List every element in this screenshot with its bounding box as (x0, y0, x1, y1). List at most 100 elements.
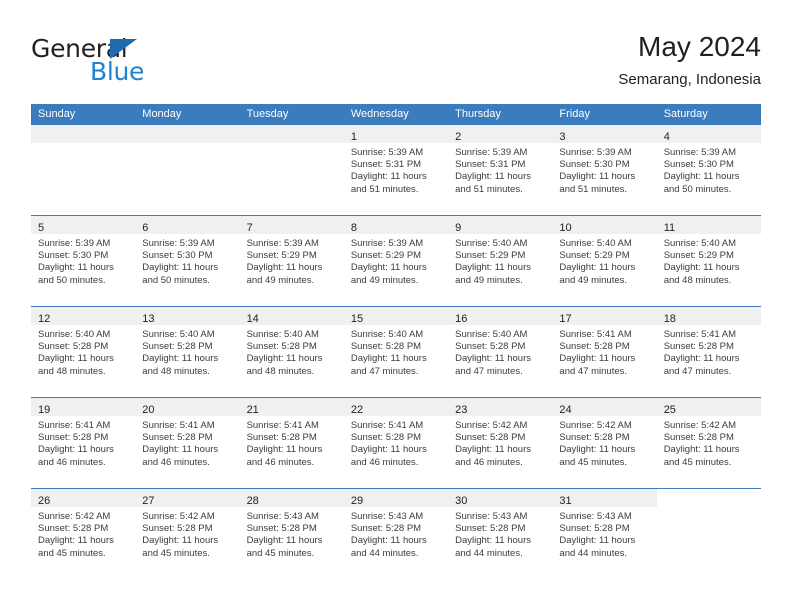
sunrise-text: Sunrise: 5:40 AM (559, 238, 632, 249)
date-number: 1 (350, 131, 357, 143)
day-cell[interactable]: 29 Sunrise: 5:43 AM Sunset: 5:28 PM Dayl… (343, 489, 449, 579)
daylight-text-line2: and 46 minutes. (350, 456, 419, 468)
day-cell[interactable]: 11 Sunrise: 5:40 AM Sunset: 5:29 PM Dayl… (656, 216, 761, 306)
day-cell[interactable]: 5 Sunrise: 5:39 AM Sunset: 5:30 PM Dayli… (31, 216, 136, 306)
day-cell[interactable]: 28 Sunrise: 5:43 AM Sunset: 5:28 PM Dayl… (239, 489, 344, 579)
sunrise-text: Sunrise: 5:40 AM (246, 329, 319, 340)
day-info: Sunrise: 5:42 AM Sunset: 5:28 PM Dayligh… (31, 507, 135, 560)
sunset-text: Sunset: 5:28 PM (246, 523, 317, 535)
day-cell[interactable]: 25 Sunrise: 5:42 AM Sunset: 5:28 PM Dayl… (656, 398, 761, 488)
date-number: 24 (559, 404, 572, 416)
day-cell[interactable]: 4 Sunrise: 5:39 AM Sunset: 5:30 PM Dayli… (656, 125, 761, 215)
day-cell[interactable]: 30 Sunrise: 5:43 AM Sunset: 5:28 PM Dayl… (448, 489, 553, 579)
date-number: 22 (350, 404, 364, 416)
weekday-header-row: Sunday Monday Tuesday Wednesday Thursday… (31, 104, 761, 125)
day-cell[interactable] (656, 489, 761, 579)
date-number: 3 (559, 131, 566, 143)
day-info: Sunrise: 5:39 AM Sunset: 5:30 PM Dayligh… (31, 234, 135, 287)
day-cell[interactable]: 14 Sunrise: 5:40 AM Sunset: 5:28 PM Dayl… (239, 307, 344, 397)
day-cell[interactable]: 13 Sunrise: 5:40 AM Sunset: 5:28 PM Dayl… (135, 307, 240, 397)
daylight-text-line2: and 48 minutes. (38, 365, 106, 377)
day-cell[interactable]: 3 Sunrise: 5:39 AM Sunset: 5:30 PM Dayli… (552, 125, 657, 215)
day-cell[interactable]: 8 Sunrise: 5:39 AM Sunset: 5:29 PM Dayli… (343, 216, 449, 306)
date-band: 17 (552, 307, 657, 325)
page-subtitle-location: Semarang, Indonesia (618, 71, 761, 88)
day-cell[interactable]: 19 Sunrise: 5:41 AM Sunset: 5:28 PM Dayl… (31, 398, 136, 488)
day-cell[interactable]: 17 Sunrise: 5:41 AM Sunset: 5:28 PM Dayl… (552, 307, 657, 397)
daylight-text-line2: and 45 minutes. (246, 547, 315, 559)
sunrise-text: Sunrise: 5:39 AM (246, 238, 319, 249)
day-info: Sunrise: 5:39 AM Sunset: 5:30 PM Dayligh… (135, 234, 239, 287)
day-cell[interactable]: 22 Sunrise: 5:41 AM Sunset: 5:28 PM Dayl… (343, 398, 449, 488)
day-info: Sunrise: 5:39 AM Sunset: 5:31 PM Dayligh… (344, 143, 448, 196)
daylight-text-line1: Daylight: 11 hours (559, 171, 636, 183)
day-info: Sunrise: 5:40 AM Sunset: 5:29 PM Dayligh… (657, 234, 761, 287)
daylight-text-line1: Daylight: 11 hours (350, 353, 427, 365)
sunset-text: Sunset: 5:28 PM (350, 432, 422, 444)
daylight-text-line2: and 48 minutes. (142, 365, 210, 377)
day-cell[interactable]: 12 Sunrise: 5:40 AM Sunset: 5:28 PM Dayl… (31, 307, 136, 397)
day-info: Sunrise: 5:41 AM Sunset: 5:28 PM Dayligh… (552, 325, 656, 378)
sunrise-text: Sunrise: 5:43 AM (350, 511, 424, 522)
day-cell[interactable]: 23 Sunrise: 5:42 AM Sunset: 5:28 PM Dayl… (448, 398, 553, 488)
day-cell[interactable]: 16 Sunrise: 5:40 AM Sunset: 5:28 PM Dayl… (448, 307, 553, 397)
date-band: 30 (448, 489, 553, 507)
sunset-text: Sunset: 5:29 PM (559, 250, 630, 262)
sunset-text: Sunset: 5:30 PM (142, 250, 213, 262)
sunrise-text: Sunrise: 5:42 AM (455, 420, 528, 431)
calendar-grid: Sunday Monday Tuesday Wednesday Thursday… (31, 104, 761, 579)
date-band: 3 (552, 125, 657, 143)
day-cell[interactable]: 27 Sunrise: 5:42 AM Sunset: 5:28 PM Dayl… (135, 489, 240, 579)
day-cell[interactable]: 21 Sunrise: 5:41 AM Sunset: 5:28 PM Dayl… (239, 398, 344, 488)
day-cell[interactable] (239, 125, 344, 215)
day-cell[interactable]: 1 Sunrise: 5:39 AM Sunset: 5:31 PM Dayli… (343, 125, 449, 215)
daylight-text-line2: and 46 minutes. (246, 456, 315, 468)
date-number: 30 (455, 495, 468, 507)
day-cell[interactable]: 24 Sunrise: 5:42 AM Sunset: 5:28 PM Dayl… (552, 398, 657, 488)
sunset-text: Sunset: 5:28 PM (350, 341, 422, 353)
day-cell[interactable] (31, 125, 136, 215)
daylight-text-line2: and 50 minutes. (142, 274, 210, 286)
daylight-text-line2: and 45 minutes. (559, 456, 628, 468)
day-cell[interactable]: 10 Sunrise: 5:40 AM Sunset: 5:29 PM Dayl… (552, 216, 657, 306)
day-info: Sunrise: 5:42 AM Sunset: 5:28 PM Dayligh… (657, 416, 761, 469)
sunset-text: Sunset: 5:28 PM (246, 341, 317, 353)
day-cell[interactable]: 31 Sunrise: 5:43 AM Sunset: 5:28 PM Dayl… (552, 489, 657, 579)
day-cell[interactable]: 18 Sunrise: 5:41 AM Sunset: 5:28 PM Dayl… (656, 307, 761, 397)
sunrise-text: Sunrise: 5:40 AM (455, 238, 528, 249)
sunrise-text: Sunrise: 5:42 AM (559, 420, 632, 431)
week-row: 5 Sunrise: 5:39 AM Sunset: 5:30 PM Dayli… (31, 215, 761, 306)
sunset-text: Sunset: 5:28 PM (663, 432, 734, 444)
daylight-text-line1: Daylight: 11 hours (455, 444, 531, 456)
daylight-text-line1: Daylight: 11 hours (663, 171, 740, 183)
sunrise-text: Sunrise: 5:41 AM (663, 329, 737, 340)
day-info: Sunrise: 5:40 AM Sunset: 5:28 PM Dayligh… (135, 325, 239, 378)
page-header: General Blue May 2024 Semarang, Indonesi… (31, 30, 761, 100)
date-number: 13 (142, 313, 155, 325)
day-cell[interactable]: 6 Sunrise: 5:39 AM Sunset: 5:30 PM Dayli… (135, 216, 240, 306)
date-band: 28 (239, 489, 344, 507)
day-cell[interactable]: 9 Sunrise: 5:40 AM Sunset: 5:29 PM Dayli… (448, 216, 553, 306)
sunrise-text: Sunrise: 5:42 AM (663, 420, 737, 431)
daylight-text-line2: and 47 minutes. (559, 365, 628, 377)
day-cell[interactable]: 2 Sunrise: 5:39 AM Sunset: 5:31 PM Dayli… (448, 125, 553, 215)
date-number: 11 (663, 222, 676, 234)
date-band: 21 (239, 398, 344, 416)
date-number: 16 (455, 313, 468, 325)
daylight-text-line2: and 46 minutes. (142, 456, 210, 468)
sunset-text: Sunset: 5:28 PM (38, 341, 109, 353)
sunrise-text: Sunrise: 5:43 AM (559, 511, 632, 522)
sunrise-text: Sunrise: 5:39 AM (455, 147, 528, 158)
date-band: 20 (135, 398, 240, 416)
day-cell[interactable] (135, 125, 240, 215)
day-info: Sunrise: 5:39 AM Sunset: 5:30 PM Dayligh… (657, 143, 761, 196)
date-number: 23 (455, 404, 468, 416)
sunset-text: Sunset: 5:28 PM (455, 523, 526, 535)
daylight-text-line1: Daylight: 11 hours (38, 444, 114, 456)
day-cell[interactable]: 20 Sunrise: 5:41 AM Sunset: 5:28 PM Dayl… (135, 398, 240, 488)
day-cell[interactable]: 7 Sunrise: 5:39 AM Sunset: 5:29 PM Dayli… (239, 216, 344, 306)
day-info: Sunrise: 5:43 AM Sunset: 5:28 PM Dayligh… (240, 507, 344, 560)
general-blue-logo[interactable]: General Blue (31, 34, 251, 90)
day-cell[interactable]: 15 Sunrise: 5:40 AM Sunset: 5:28 PM Dayl… (343, 307, 449, 397)
day-cell[interactable]: 26 Sunrise: 5:42 AM Sunset: 5:28 PM Dayl… (31, 489, 136, 579)
